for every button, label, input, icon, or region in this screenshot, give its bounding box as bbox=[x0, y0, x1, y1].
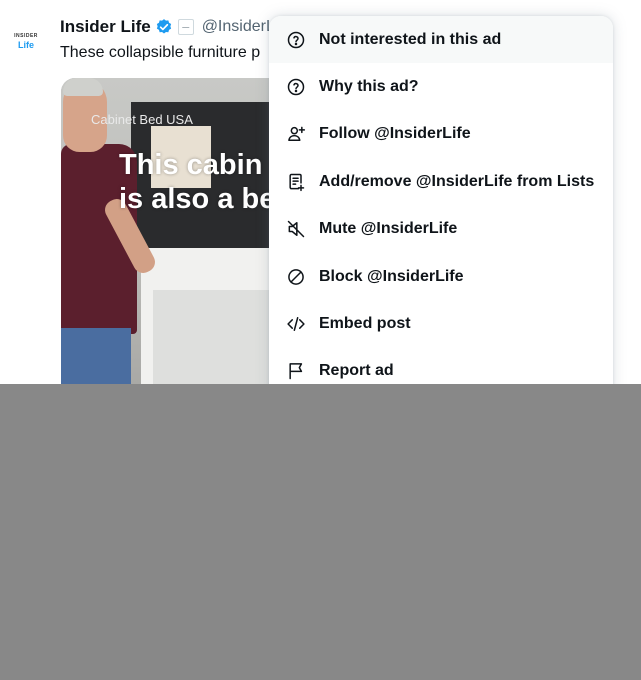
flag-icon bbox=[285, 360, 307, 382]
mute-icon bbox=[285, 218, 307, 240]
menu-item-label: Embed post bbox=[319, 315, 411, 333]
ad-options-menu: Not interested in this ad Why this ad? F… bbox=[269, 16, 613, 396]
tweet-text: These collapsible furniture p bbox=[60, 44, 261, 61]
list-add-icon bbox=[285, 171, 307, 193]
menu-item-label: Add/remove @InsiderLife from Lists bbox=[319, 172, 595, 190]
menu-item-why-this-ad[interactable]: Why this ad? bbox=[269, 63, 613, 110]
video-person-hair bbox=[63, 78, 103, 96]
avatar[interactable]: INSIDER Life bbox=[10, 26, 42, 58]
video-caption: This cabin is also a be bbox=[119, 149, 276, 215]
tweet-header: Insider Life — @InsiderL bbox=[60, 16, 275, 38]
tweet-video[interactable]: Cabinet Bed USA This cabin is also a be bbox=[61, 78, 291, 384]
menu-item-lists[interactable]: Add/remove @InsiderLife from Lists bbox=[269, 158, 613, 205]
menu-item-not-interested[interactable]: Not interested in this ad bbox=[269, 16, 613, 64]
gray-overlay bbox=[0, 384, 641, 680]
menu-item-label: Follow @InsiderLife bbox=[319, 125, 471, 143]
avatar-line2: Life bbox=[17, 40, 34, 50]
question-circle-icon bbox=[285, 76, 307, 98]
menu-item-mute[interactable]: Mute @InsiderLife bbox=[269, 206, 613, 253]
menu-item-label: Not interested in this ad bbox=[319, 30, 502, 48]
verified-badge-icon bbox=[155, 18, 173, 36]
menu-item-follow[interactable]: Follow @InsiderLife bbox=[269, 111, 613, 158]
follow-user-icon bbox=[285, 123, 307, 145]
video-person-jeans bbox=[61, 328, 131, 384]
gray-overlay-top-strip bbox=[79, 384, 641, 400]
block-icon bbox=[285, 266, 307, 288]
author-name[interactable]: Insider Life bbox=[60, 17, 151, 37]
menu-item-label: Report ad bbox=[319, 362, 394, 380]
menu-item-label: Mute @InsiderLife bbox=[319, 220, 458, 238]
video-brand-watermark: Cabinet Bed USA bbox=[91, 112, 193, 127]
menu-item-block[interactable]: Block @InsiderLife bbox=[269, 253, 613, 300]
affiliate-badge-icon: — bbox=[177, 19, 194, 35]
menu-item-embed[interactable]: Embed post bbox=[269, 300, 613, 347]
code-icon bbox=[285, 313, 307, 335]
menu-item-label: Block @InsiderLife bbox=[319, 267, 464, 285]
avatar-line1: INSIDER bbox=[14, 33, 38, 39]
question-circle-icon bbox=[285, 29, 307, 51]
author-handle[interactable]: @InsiderL bbox=[202, 18, 275, 36]
menu-item-label: Why this ad? bbox=[319, 78, 419, 96]
